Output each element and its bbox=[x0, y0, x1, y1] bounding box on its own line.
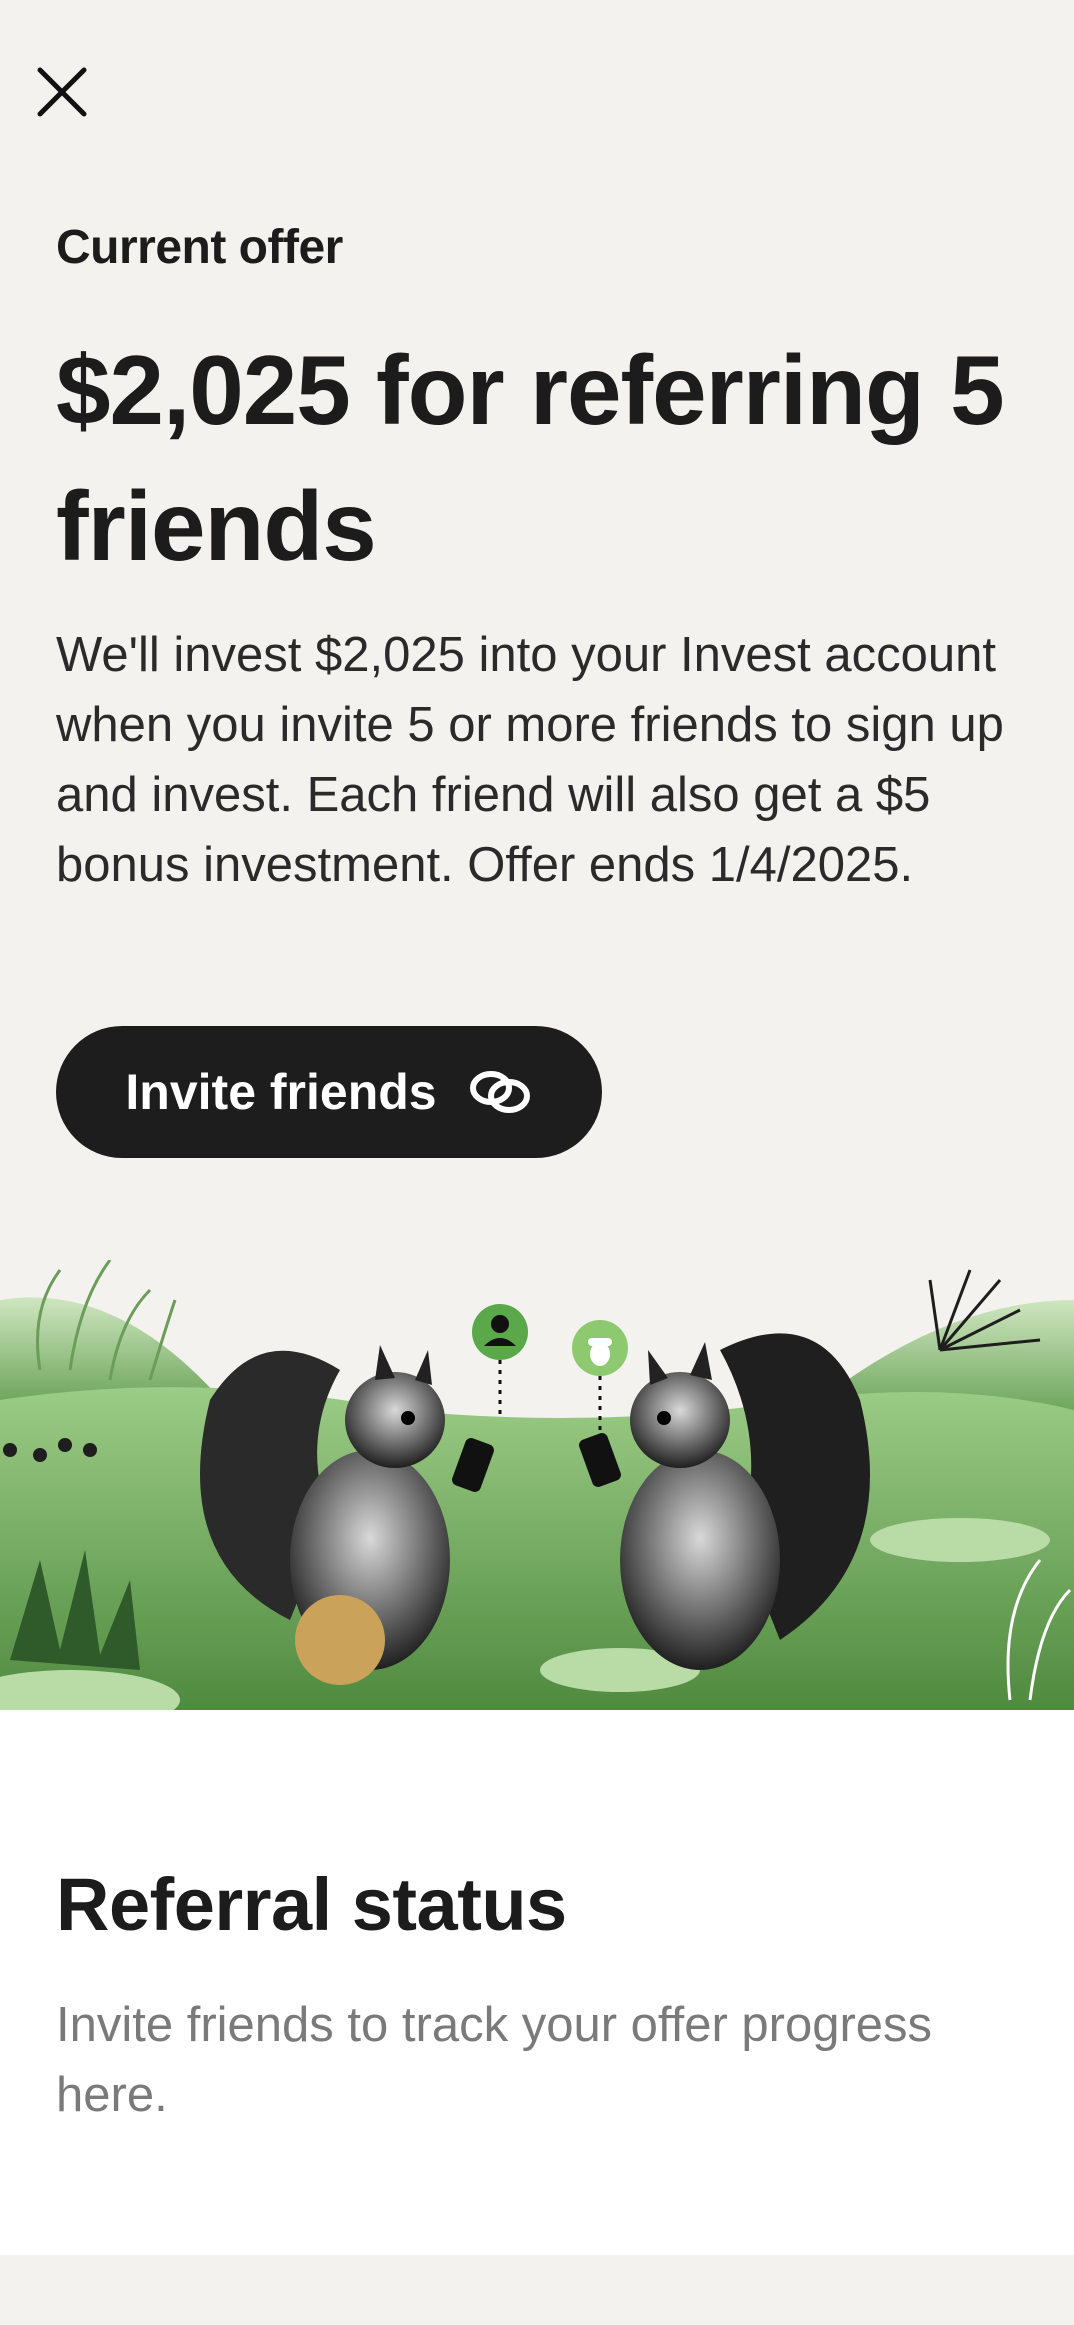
close-icon bbox=[37, 67, 87, 117]
offer-headline: $2,025 for referring 5 friends bbox=[56, 335, 1005, 581]
invite-button-label: Invite friends bbox=[125, 1064, 437, 1120]
bottom-divider bbox=[0, 2255, 1074, 2325]
squirrels-illustration bbox=[0, 1260, 1074, 1710]
referral-status-title: Referral status bbox=[56, 1863, 567, 1946]
link-icon bbox=[469, 1071, 530, 1113]
invite-friends-button[interactable]: Invite friends bbox=[56, 1026, 602, 1158]
close-button[interactable] bbox=[30, 60, 94, 124]
offer-description: We'll invest $2,025 into your Invest acc… bbox=[56, 628, 1004, 892]
offer-eyebrow: Current offer bbox=[56, 221, 343, 274]
referral-status-panel bbox=[0, 1710, 1074, 2255]
offer-panel: Current offer $2,025 for referring 5 fri… bbox=[0, 0, 1074, 1710]
referral-status-description: Invite friends to track your offer progr… bbox=[56, 1998, 933, 2122]
